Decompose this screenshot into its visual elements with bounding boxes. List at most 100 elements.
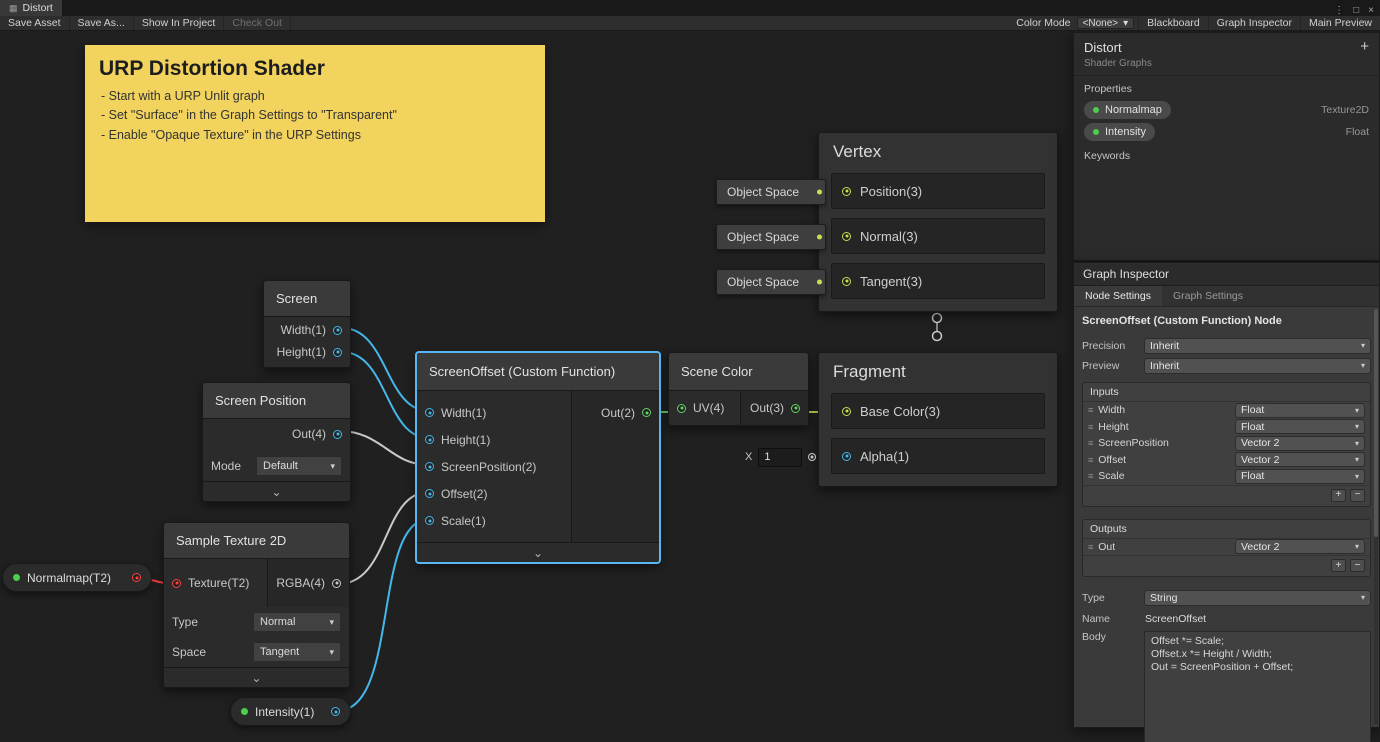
object-space-chip-position[interactable]: Object Space (716, 179, 826, 205)
fragment-alpha-block[interactable]: Alpha(1) (831, 438, 1045, 474)
show-in-project-button[interactable]: Show In Project (134, 16, 225, 30)
node-sample-texture-2d[interactable]: Sample Texture 2D Texture(T2) RGBA(4) Ty… (163, 522, 350, 688)
input-row-screenposition[interactable]: ≡ ScreenPosition Vector 2 ▾ (1083, 435, 1370, 452)
node-fragment[interactable]: Fragment Base Color(3) Alpha(1) (818, 352, 1058, 487)
vertex-tangent-block[interactable]: Tangent(3) (831, 263, 1045, 299)
intensity-property-pill[interactable]: Intensity (1084, 123, 1155, 141)
input-type-dropdown[interactable]: Vector 2 ▾ (1235, 435, 1365, 451)
property-node-normalmap[interactable]: Normalmap(T2) (2, 563, 152, 592)
screen-width-output-port[interactable] (333, 325, 342, 335)
input-type-value: Float (1241, 420, 1265, 433)
screen-position-output-port[interactable] (333, 429, 342, 439)
function-type-dropdown[interactable]: String ▾ (1144, 589, 1371, 606)
precision-value: Inherit (1150, 339, 1180, 352)
screenoffset-height-input-port[interactable] (425, 435, 434, 444)
screenoffset-screenposition-input-port[interactable] (425, 462, 434, 471)
vertex-normal-input-port[interactable] (842, 231, 851, 241)
input-row-height[interactable]: ≡ Height Float ▾ (1083, 419, 1370, 436)
fragment-top-port[interactable] (931, 330, 943, 342)
texture-type-dropdown[interactable]: Normal ▾ (253, 612, 341, 632)
normalmap-property-pill[interactable]: Normalmap (1084, 101, 1171, 119)
blackboard-toggle-button[interactable]: Blackboard (1138, 16, 1208, 30)
drag-handle-icon[interactable]: ≡ (1088, 455, 1093, 465)
drag-handle-icon[interactable]: ≡ (1088, 471, 1093, 481)
save-as-button[interactable]: Save As... (70, 16, 134, 30)
mode-dropdown[interactable]: Default ▾ (256, 456, 342, 476)
vertex-tangent-input-port[interactable] (842, 276, 851, 286)
vertex-position-input-port[interactable] (842, 186, 851, 196)
input-row-scale[interactable]: ≡ Scale Float ▾ (1083, 468, 1370, 485)
screen-height-output-port[interactable] (333, 347, 342, 357)
precision-dropdown[interactable]: Inherit ▾ (1144, 337, 1371, 354)
sample-texture-collapse-toggle[interactable]: ⌄ (164, 667, 349, 687)
graph-inspector-toggle-button[interactable]: Graph Inspector (1207, 16, 1300, 30)
screenoffset-width-input-port[interactable] (425, 408, 434, 417)
normalmap-output-port[interactable] (132, 573, 141, 582)
drag-handle-icon[interactable]: ≡ (1088, 438, 1093, 448)
input-type-dropdown[interactable]: Float ▾ (1235, 402, 1365, 418)
color-mode-dropdown[interactable]: <None> ▾ (1076, 17, 1135, 29)
property-node-intensity[interactable]: Intensity(1) (230, 697, 351, 726)
shader-graph-toolbar: Save Asset Save As... Show In Project Ch… (0, 16, 1380, 31)
scene-color-output-port[interactable] (791, 403, 800, 413)
output-row-out[interactable]: ≡ Out Vector 2 ▾ (1083, 539, 1370, 556)
drag-handle-icon[interactable]: ≡ (1088, 542, 1093, 552)
screenoffset-collapse-toggle[interactable]: ⌄ (417, 542, 659, 562)
node-screen[interactable]: Screen Width(1) Height(1) (263, 280, 351, 368)
vertex-position-block[interactable]: Position(3) (831, 173, 1045, 209)
input-type-dropdown[interactable]: Float ▾ (1235, 468, 1365, 484)
maximize-icon[interactable]: □ (1353, 5, 1359, 16)
screenoffset-output-port[interactable] (642, 408, 651, 417)
function-body-editor[interactable]: Offset *= Scale; Offset.x *= Height / Wi… (1144, 631, 1371, 742)
add-output-button[interactable]: + (1331, 559, 1346, 572)
scene-color-uv-input-port[interactable] (677, 403, 686, 413)
sample-texture-rgba-output-port[interactable] (332, 578, 341, 588)
screen-position-collapse-toggle[interactable]: ⌄ (203, 481, 350, 501)
add-property-button[interactable]: + (1360, 39, 1369, 54)
main-preview-toggle-button[interactable]: Main Preview (1299, 16, 1380, 30)
input-type-value: Vector 2 (1241, 453, 1280, 466)
drag-handle-icon[interactable]: ≡ (1088, 405, 1093, 415)
property-row-intensity[interactable]: Intensity Float (1074, 121, 1379, 143)
input-type-dropdown[interactable]: Float ▾ (1235, 419, 1365, 435)
object-space-chip-tangent[interactable]: Object Space (716, 269, 826, 295)
input-row-width[interactable]: ≡ Width Float ▾ (1083, 402, 1370, 419)
node-screen-position[interactable]: Screen Position Out(4) Mode Default ▾ ⌄ (202, 382, 351, 502)
remove-output-button[interactable]: − (1350, 559, 1365, 572)
tab-graph-settings[interactable]: Graph Settings (1162, 286, 1254, 306)
alpha-field-output-port[interactable] (808, 453, 817, 461)
object-space-chip-normal[interactable]: Object Space (716, 224, 826, 250)
preview-dropdown[interactable]: Inherit ▾ (1144, 357, 1371, 374)
blackboard-panel: Distort + Shader Graphs Properties Norma… (1073, 32, 1380, 261)
input-row-offset[interactable]: ≡ Offset Vector 2 ▾ (1083, 452, 1370, 469)
intensity-output-port[interactable] (331, 707, 340, 716)
save-asset-button[interactable]: Save Asset (0, 16, 70, 30)
texture-space-dropdown[interactable]: Tangent ▾ (253, 642, 341, 662)
fragment-alpha-input-port[interactable] (842, 451, 851, 461)
add-input-button[interactable]: + (1331, 488, 1346, 502)
sample-texture-texture-input-port[interactable] (172, 578, 181, 588)
screenoffset-scale-input-port[interactable] (425, 516, 434, 525)
close-icon[interactable]: × (1368, 5, 1374, 16)
fragment-base-color-input-port[interactable] (842, 406, 851, 416)
node-screenoffset-custom-function[interactable]: ScreenOffset (Custom Function) Width(1) … (416, 352, 660, 563)
node-scene-color[interactable]: Scene Color UV(4) Out(3) (668, 352, 809, 426)
node-vertex[interactable]: Vertex Position(3) Normal(3) Tangent(3) (818, 132, 1058, 312)
alpha-value-input[interactable] (758, 447, 803, 467)
tab-node-settings[interactable]: Node Settings (1074, 286, 1162, 306)
tab-distort[interactable]: ▦ Distort (0, 0, 62, 16)
vertex-bottom-port[interactable] (931, 312, 943, 324)
input-type-dropdown[interactable]: Vector 2 ▾ (1235, 452, 1365, 468)
sticky-note[interactable]: URP Distortion Shader - Start with a URP… (85, 45, 545, 222)
screenoffset-offset-input-port[interactable] (425, 489, 434, 498)
remove-input-button[interactable]: − (1350, 488, 1365, 502)
fragment-base-color-block[interactable]: Base Color(3) (831, 393, 1045, 429)
node-screenoffset-title: ScreenOffset (Custom Function) (417, 353, 659, 391)
kebab-menu-icon[interactable]: ⋮ (1334, 5, 1344, 16)
function-name-value[interactable]: ScreenOffset (1144, 613, 1371, 625)
property-row-normalmap[interactable]: Normalmap Texture2D (1074, 99, 1379, 121)
output-type-dropdown[interactable]: Vector 2 ▾ (1235, 539, 1365, 555)
inspector-scrollbar[interactable] (1374, 309, 1378, 724)
drag-handle-icon[interactable]: ≡ (1088, 422, 1093, 432)
vertex-normal-block[interactable]: Normal(3) (831, 218, 1045, 254)
